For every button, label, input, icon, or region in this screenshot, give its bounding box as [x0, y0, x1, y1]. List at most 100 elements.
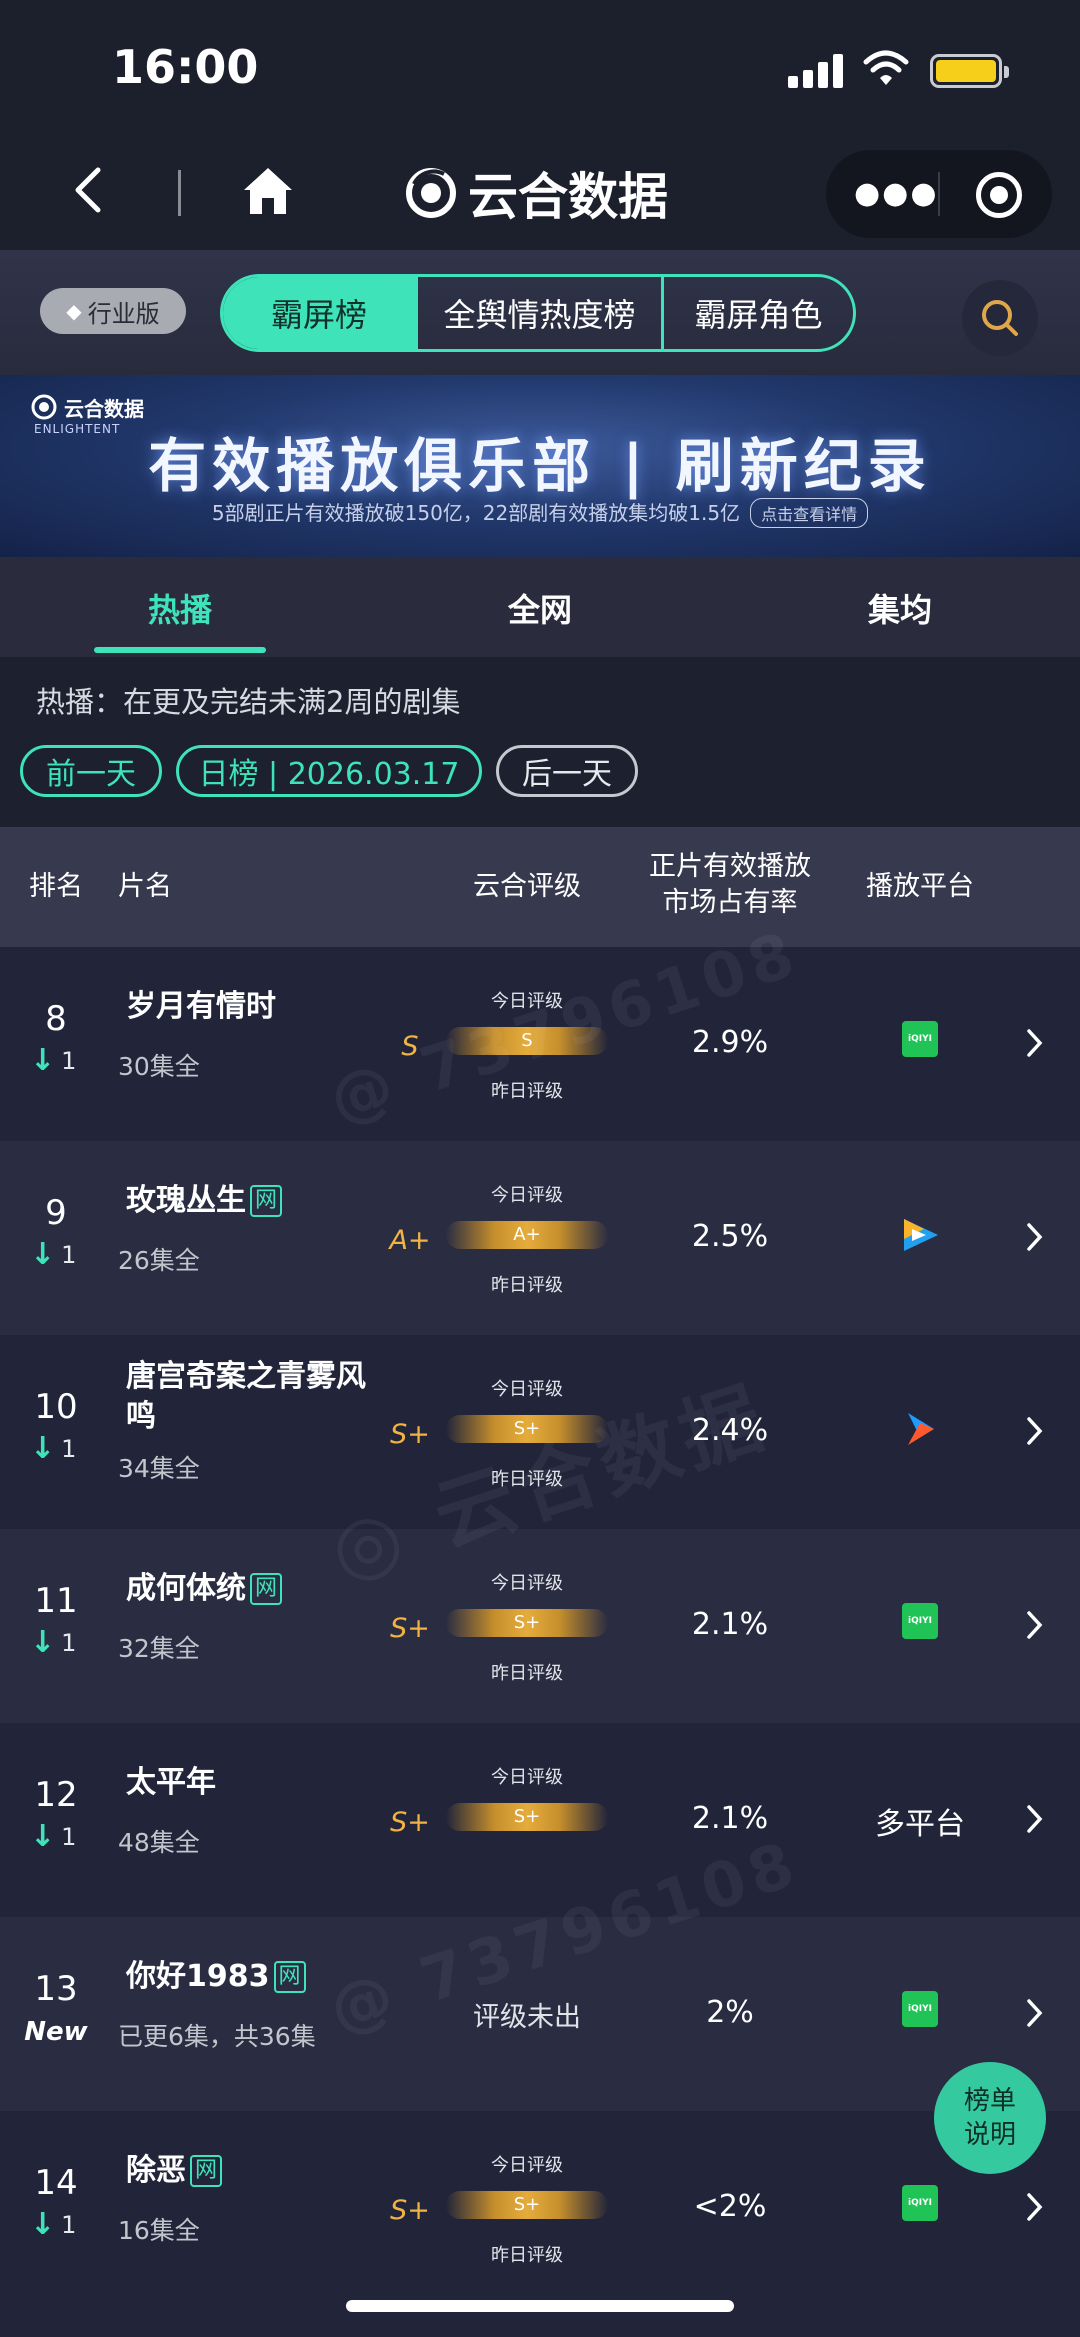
more-icon[interactable]: ●●●: [854, 176, 939, 211]
prev-day-button[interactable]: 前一天: [20, 745, 162, 797]
grade-indicator: 今日评级 S+ 昨日评级: [446, 2151, 608, 2269]
platform-multi: 多平台: [875, 1807, 965, 1842]
table-row[interactable]: 11 ↓ 1 成何体统网 32集全 S+ 今日评级 S+ 昨日评级 2.1% iQ…: [0, 1529, 1080, 1723]
home-indicator[interactable]: [346, 2300, 734, 2312]
web-drama-badge: 网: [250, 1573, 283, 1605]
episode-info: 30集全: [118, 1052, 200, 1081]
market-share: 2.9%: [691, 1025, 769, 1060]
chevron-right-icon[interactable]: [1024, 1219, 1046, 1255]
banner-title: 有效播放俱乐部 | 刷新纪录: [148, 432, 932, 500]
miniapp-capsule: ●●●: [826, 150, 1052, 238]
market-share: <2%: [693, 2189, 767, 2224]
down-arrow-icon: ↓: [30, 1237, 56, 1272]
header-platform: 播放平台: [866, 871, 974, 902]
ranking-help-button[interactable]: 榜单 说明: [934, 2062, 1046, 2174]
episode-info: 32集全: [118, 1634, 200, 1663]
tab-indicator: [94, 647, 266, 653]
web-drama-badge: 网: [273, 1961, 306, 1993]
iqiyi-logo-icon: iQIYI: [902, 1603, 938, 1639]
today-grade-label: 今日评级: [491, 1573, 563, 1594]
close-miniapp-icon[interactable]: [976, 172, 1022, 218]
status-time: 16:00: [112, 40, 259, 94]
grade-letter: A+: [389, 1225, 431, 1256]
chevron-right-icon[interactable]: [1024, 1995, 1046, 2031]
new-entry-tag: New: [24, 2017, 88, 2047]
web-drama-badge: 网: [190, 2155, 223, 2187]
episode-info: 已更6集，共36集: [118, 2022, 316, 2051]
web-drama-badge: 网: [250, 1185, 283, 1217]
episode-info: 26集全: [118, 1246, 200, 1275]
drama-title: 唐宫奇案之青雾风鸣: [126, 1359, 366, 1434]
rank-change: ↓ 1: [30, 2207, 77, 2242]
toolbar: ◆ 行业版 霸屏榜 全舆情热度榜 霸屏角色: [0, 250, 1080, 375]
tab-hot[interactable]: 热播: [80, 585, 280, 631]
industry-edition-label: 行业版: [87, 299, 160, 328]
segment-roles[interactable]: 霸屏角色: [661, 277, 853, 349]
chevron-right-icon[interactable]: [1024, 1413, 1046, 1449]
brand: 云合数据: [404, 158, 668, 228]
search-button[interactable]: [962, 280, 1038, 356]
grade-letter: S+: [390, 1419, 430, 1450]
help-label-line1: 榜单: [963, 2086, 1016, 2116]
table-header: 排名 片名 云合评级 正片有效播放 市场占有率 播放平台: [0, 827, 1080, 947]
banner-detail-button[interactable]: 点击查看详情: [750, 498, 869, 528]
today-grade-label: 今日评级: [491, 2155, 563, 2176]
rank-change: ↓ 1: [30, 1043, 77, 1078]
header-rank: 排名: [29, 871, 83, 902]
market-share: 2.5%: [691, 1219, 769, 1254]
chevron-right-icon[interactable]: [1024, 1607, 1046, 1643]
diamond-icon: ◆: [66, 299, 82, 323]
grade-indicator: 今日评级 S+: [446, 1763, 608, 1881]
banner-subtitle: 5部剧正片有效播放破150亿，22部剧有效播放集均破1.5亿 点击查看详情: [0, 497, 1080, 528]
grade-bar: S+: [446, 1803, 608, 1831]
rank: 9: [45, 1193, 67, 1233]
tencent-video-logo-icon: [904, 1219, 938, 1251]
yesterday-grade-label: 昨日评级: [491, 1663, 563, 1684]
drama-title: 太平年: [126, 1765, 216, 1800]
home-icon[interactable]: [240, 164, 296, 218]
grade-bar: S+: [446, 2191, 608, 2219]
nav-divider: [178, 170, 181, 216]
segment-screen-dominance[interactable]: 霸屏榜: [223, 277, 415, 349]
help-label-line2: 说明: [963, 2120, 1016, 2150]
rank: 13: [34, 1969, 78, 2009]
grade-bar: S+: [446, 1609, 608, 1637]
next-day-button[interactable]: 后一天: [496, 745, 638, 797]
table-row[interactable]: 9 ↓ 1 玫瑰丛生网 26集全 A+ 今日评级 A+ 昨日评级 2.5%: [0, 1141, 1080, 1335]
platform: iQIYI: [870, 1603, 970, 1649]
iqiyi-logo-icon: iQIYI: [902, 2185, 938, 2221]
tab-per-episode[interactable]: 集均: [800, 585, 1000, 631]
yesterday-grade-label: 昨日评级: [491, 2245, 563, 2266]
header-share-line2: 市场占有率: [662, 887, 798, 918]
tab-all-network[interactable]: 全网: [440, 585, 640, 631]
chevron-right-icon[interactable]: [1024, 2189, 1046, 2225]
platform: 多平台: [850, 1799, 990, 1845]
down-arrow-icon: ↓: [30, 1043, 56, 1078]
iqiyi-logo-icon: iQIYI: [902, 1021, 938, 1057]
battery-icon: [930, 54, 1009, 88]
back-arrow-icon[interactable]: [68, 162, 108, 218]
industry-edition-badge[interactable]: ◆ 行业版: [40, 288, 186, 334]
episode-info: 16集全: [118, 2216, 200, 2245]
platform: iQIYI: [870, 1991, 970, 2037]
filter-description: 热播：在更及完结未满2周的剧集: [36, 685, 461, 719]
rank: 14: [34, 2163, 78, 2203]
today-grade-label: 今日评级: [491, 1185, 563, 1206]
chevron-right-icon[interactable]: [1024, 1025, 1046, 1061]
drama-title: 除恶网: [126, 2151, 366, 2191]
segment-public-opinion[interactable]: 全舆情热度榜: [415, 277, 661, 349]
rank-change: ↓ 1: [30, 1625, 77, 1660]
rank: 12: [34, 1775, 78, 1815]
down-arrow-icon: ↓: [30, 2207, 56, 2242]
date-selector[interactable]: 日榜 | 2026.03.17: [176, 745, 482, 797]
down-arrow-icon: ↓: [30, 1431, 56, 1466]
promo-banner[interactable]: 云合数据 ENLIGHTENT 有效播放俱乐部 | 刷新纪录 5部剧正片有效播放…: [0, 375, 1080, 557]
rank: 8: [45, 999, 67, 1039]
drama-title: 成何体统网: [126, 1569, 366, 1609]
market-share: 2%: [706, 1995, 754, 2030]
banner-logo-icon: [31, 394, 57, 420]
rank-change: ↓ 1: [30, 1237, 77, 1272]
ranking-type-switch: 霸屏榜 全舆情热度榜 霸屏角色: [220, 274, 856, 352]
chevron-right-icon[interactable]: [1024, 1801, 1046, 1837]
table-row[interactable]: 12 ↓ 1 太平年 48集全 S+ 今日评级 S+ 2.1% 多平台: [0, 1723, 1080, 1917]
